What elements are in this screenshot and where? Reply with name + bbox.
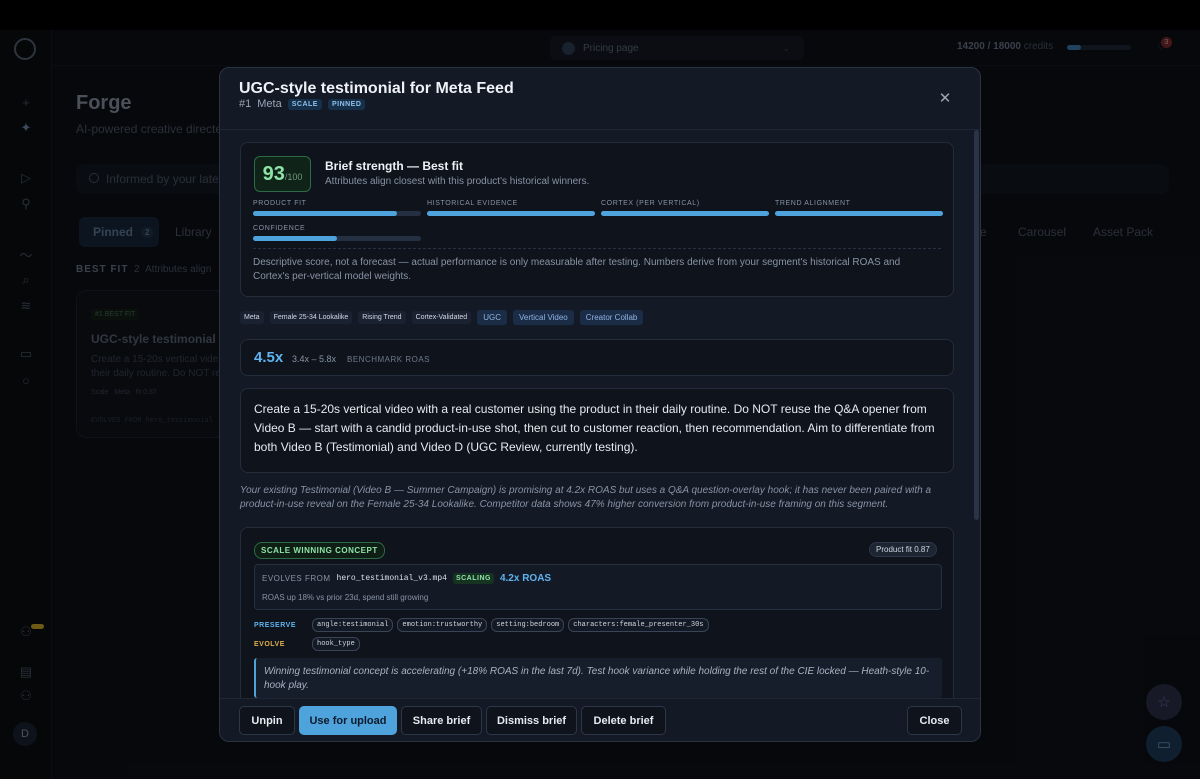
metric-track [253, 236, 421, 241]
scrollbar[interactable] [974, 130, 979, 520]
metric-label: HISTORICAL EVIDENCE [427, 200, 518, 207]
metric-label: PRODUCT FIT [253, 200, 307, 207]
close-icon[interactable]: ✕ [936, 89, 954, 107]
status-badge: SCALING [452, 573, 494, 584]
preserve-chip: angle:testimonial [312, 618, 394, 632]
metric-fill [601, 211, 769, 216]
metric-label: CONFIDENCE [253, 225, 306, 232]
roas-value: 4.5x [254, 349, 284, 366]
evolve-chip: hook_type [312, 637, 360, 651]
metric-product-fit: PRODUCT FIT [253, 200, 421, 216]
scale-badge: SCALE [287, 98, 322, 110]
score-value: 93 [262, 163, 285, 185]
roas-panel: 4.5x 3.4x – 5.8x BENCHMARK ROAS [240, 339, 954, 376]
strength-subtitle: Attributes align closest with this produ… [325, 176, 590, 187]
roas-label: BENCHMARK ROAS [347, 355, 431, 364]
delete-brief-button[interactable]: Delete brief [581, 706, 666, 735]
share-brief-button[interactable]: Share brief [401, 706, 482, 735]
concept-roas: 4.2x ROAS [499, 573, 552, 584]
metric-confidence: CONFIDENCE [253, 225, 421, 241]
concept-badge: SCALE WINNING CONCEPT [254, 542, 385, 559]
roas-trend: ROAS up 18% vs prior 23d, spend still gr… [262, 593, 429, 602]
evolve-label: EVOLVE [254, 640, 285, 648]
concept-rationale: Winning testimonial concept is accelerat… [254, 658, 942, 698]
dismiss-brief-button[interactable]: Dismiss brief [486, 706, 577, 735]
preserve-row: PRESERVE angle:testimonial emotion:trust… [254, 618, 709, 632]
close-button[interactable]: Close [907, 706, 962, 735]
metric-track [253, 211, 421, 216]
metric-fill [775, 211, 943, 216]
format-tag: UGC [477, 310, 507, 325]
divider [253, 248, 941, 249]
brief-text-panel: Create a 15-20s vertical video with a re… [240, 388, 954, 473]
metric-label: CORTEX (PER VERTICAL) [601, 200, 700, 207]
roas-range: 3.4x – 5.8x [292, 354, 337, 364]
brief-rank: #1 [239, 98, 252, 110]
metric-fill [253, 236, 337, 241]
unpin-button[interactable]: Unpin [239, 706, 295, 735]
concept-panel: SCALE WINNING CONCEPT Product fit 0.87 E… [240, 527, 954, 698]
evolves-file: hero_testimonial_v3.mp4 [336, 574, 447, 583]
brief-tags: Meta Female 25-34 Lookalike Rising Trend… [240, 310, 644, 325]
metric-track [427, 211, 595, 216]
evolve-row: EVOLVE hook_type [254, 637, 360, 651]
preserve-chip: emotion:trustworthy [397, 618, 488, 632]
tag: Cortex-Validated [411, 311, 472, 324]
pinned-badge: PINNED [327, 98, 366, 110]
metric-trend-alignment: TREND ALIGNMENT [775, 200, 943, 216]
evolves-box: EVOLVES FROM hero_testimonial_v3.mp4 SCA… [254, 564, 942, 610]
score-max: /100 [284, 172, 303, 182]
modal-body: 93/100 Brief strength — Best fit Attribu… [220, 130, 980, 698]
brief-platform: Meta [257, 98, 282, 110]
format-tag: Creator Collab [579, 310, 644, 325]
metric-fill [253, 211, 398, 216]
modal-header: UGC-style testimonial for Meta Feed #1 M… [220, 68, 980, 130]
context-note: Your existing Testimonial (Video B — Sum… [240, 485, 932, 510]
brief-text: Create a 15-20s vertical video with a re… [254, 402, 935, 454]
preserve-label: PRESERVE [254, 621, 296, 629]
modal-title: UGC-style testimonial for Meta Feed [239, 80, 514, 97]
modal-meta: #1 Meta SCALE PINNED [239, 98, 366, 110]
evolves-label: EVOLVES FROM [262, 574, 331, 583]
use-for-upload-button[interactable]: Use for upload [299, 706, 397, 735]
metric-fill [427, 211, 595, 216]
tag: Rising Trend [358, 311, 406, 324]
product-fit-badge: Product fit 0.87 [869, 542, 937, 557]
strength-panel: 93/100 Brief strength — Best fit Attribu… [240, 142, 954, 297]
modal-footer: Unpin Use for upload Share brief Dismiss… [220, 698, 980, 741]
evolves-row: EVOLVES FROM hero_testimonial_v3.mp4 SCA… [262, 573, 551, 584]
strength-title: Brief strength — Best fit [325, 159, 464, 173]
metric-cortex: CORTEX (PER VERTICAL) [601, 200, 769, 216]
metric-track [775, 211, 943, 216]
strength-disclaimer: Descriptive score, not a forecast — actu… [253, 257, 901, 282]
metric-track [601, 211, 769, 216]
metric-label: TREND ALIGNMENT [775, 200, 851, 207]
format-tag: Vertical Video [512, 310, 574, 325]
tag: Meta [240, 311, 264, 324]
tag: Female 25-34 Lookalike [269, 311, 353, 324]
score-badge: 93/100 [254, 156, 311, 192]
preserve-chip: characters:female_presenter_30s [568, 618, 709, 632]
preserve-chip: setting:bedroom [491, 618, 565, 632]
brief-modal: UGC-style testimonial for Meta Feed #1 M… [219, 67, 981, 742]
metric-historical-evidence: HISTORICAL EVIDENCE [427, 200, 595, 216]
